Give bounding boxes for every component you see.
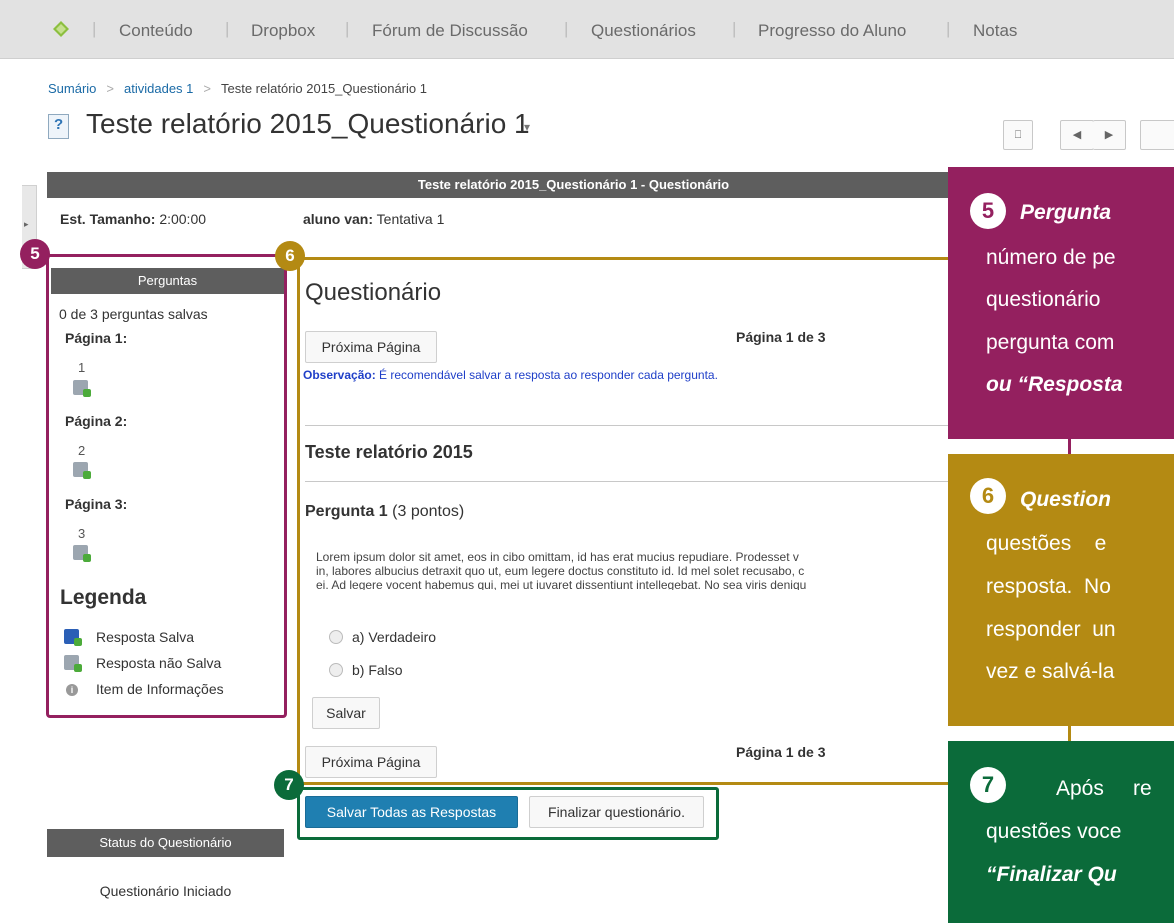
page-label: Página 3: bbox=[65, 496, 128, 512]
callout-6: 6 Question questões e resposta. No respo… bbox=[948, 454, 1174, 726]
radio-option-true[interactable] bbox=[329, 630, 343, 644]
radio-option-false[interactable] bbox=[329, 663, 343, 677]
quiz-status-header: Status do Questionário bbox=[47, 829, 284, 857]
callout-line: vez e salvá-la bbox=[986, 660, 1115, 683]
breadcrumb-sumario[interactable]: Sumário bbox=[48, 81, 96, 96]
page-label: Página 1: bbox=[65, 330, 128, 346]
saved-answer-icon bbox=[64, 629, 82, 646]
questions-panel-highlight bbox=[46, 254, 287, 718]
attempt-info: aluno van: Tentativa 1 bbox=[303, 211, 445, 227]
nav-item-forum[interactable]: Fórum de Discussão bbox=[372, 21, 528, 41]
nav-separator: | bbox=[732, 19, 737, 38]
breadcrumb-separator: > bbox=[106, 81, 115, 96]
divider bbox=[305, 481, 948, 482]
saved-count: 0 de 3 perguntas salvas bbox=[59, 306, 208, 322]
question-link-3[interactable]: 3 bbox=[78, 526, 85, 541]
callout-number: 6 bbox=[970, 478, 1006, 514]
next-page-button-bottom[interactable]: Próxima Página bbox=[305, 746, 437, 778]
option-label: a) Verdadeiro bbox=[352, 629, 437, 645]
callout-7: 7 Após re questões voce “Finalizar Qu bbox=[948, 741, 1174, 923]
save-note: Observação: É recomendável salvar a resp… bbox=[303, 368, 718, 382]
page-label: Página 2: bbox=[65, 413, 128, 429]
previous-topic-button[interactable]: ◀ bbox=[1060, 120, 1094, 150]
callout-line: pergunta com bbox=[986, 331, 1115, 354]
expand-arrow-icon: ▸ bbox=[24, 219, 29, 229]
legend-label: Resposta não Salva bbox=[96, 655, 222, 671]
next-topic-button[interactable]: ▶ bbox=[1093, 120, 1126, 150]
callout-connector bbox=[1068, 726, 1071, 742]
page-indicator: Página 1 de 3 bbox=[736, 329, 826, 345]
quiz-icon: ? bbox=[48, 114, 69, 139]
question-text: Lorem ipsum dolor sit amet, eos in cibo … bbox=[316, 550, 807, 590]
callout-line: Após re bbox=[1056, 777, 1152, 800]
unsaved-answer-icon bbox=[73, 545, 91, 562]
next-page-button[interactable]: Próxima Página bbox=[305, 331, 437, 363]
callout-line: “Finalizar Qu bbox=[986, 863, 1117, 886]
bookmark-button[interactable]: ⎕ bbox=[1003, 120, 1033, 150]
callout-line: responder un bbox=[986, 618, 1116, 641]
callout-line: questionário bbox=[986, 288, 1101, 311]
topic-menu-button[interactable] bbox=[1140, 120, 1174, 150]
d2l-logo-icon[interactable] bbox=[52, 20, 70, 38]
breadcrumb: Sumário > atividades 1 > Teste relatório 201… bbox=[48, 81, 427, 96]
nav-separator: | bbox=[92, 19, 97, 38]
unsaved-answer-icon bbox=[73, 462, 91, 479]
breadcrumb-separator: > bbox=[203, 81, 211, 96]
question-title: Pergunta 1 (3 pontos) bbox=[305, 503, 465, 520]
callout-number: 7 bbox=[970, 767, 1006, 803]
divider bbox=[305, 425, 948, 426]
section-title: Teste relatório 2015 bbox=[305, 442, 473, 462]
nav-item-conteudo[interactable]: Conteúdo bbox=[119, 21, 193, 41]
legend-label: Resposta Salva bbox=[96, 629, 195, 645]
callout-number: 5 bbox=[970, 193, 1006, 229]
nav-separator: | bbox=[345, 19, 350, 38]
nav-separator: | bbox=[564, 19, 569, 38]
page-indicator: Página 1 de 3 bbox=[736, 744, 826, 760]
unsaved-answer-icon bbox=[64, 655, 82, 672]
questions-panel-header: Perguntas bbox=[51, 268, 284, 294]
nav-separator: | bbox=[946, 19, 951, 38]
nav-item-progresso[interactable]: Progresso do Aluno bbox=[758, 21, 906, 41]
next-arrow-icon: ▶ bbox=[1104, 129, 1114, 141]
page-title: Teste relatório 2015_Questionário 1 bbox=[86, 108, 530, 139]
callout-line: ou “Resposta bbox=[986, 373, 1123, 396]
annotation-badge-7: 7 bbox=[274, 770, 304, 800]
nav-item-dropbox[interactable]: Dropbox bbox=[251, 21, 315, 41]
breadcrumb-atividades[interactable]: atividades 1 bbox=[124, 81, 193, 96]
question-link-2[interactable]: 2 bbox=[78, 443, 85, 458]
question-link-1[interactable]: 1 bbox=[78, 360, 85, 375]
callout-title: Pergunta bbox=[1020, 201, 1112, 224]
estimated-time: Est. Tamanho: 2:00:00 bbox=[60, 211, 207, 227]
quiz-status-value: Questionário Iniciado bbox=[99, 883, 232, 899]
info-item-icon: i bbox=[66, 684, 78, 696]
save-all-answers-button[interactable]: Salvar Todas as Respostas bbox=[305, 796, 518, 828]
nav-item-questionarios[interactable]: Questionários bbox=[591, 21, 696, 41]
callout-line: resposta. No bbox=[986, 575, 1111, 598]
callout-line: questões voce bbox=[986, 820, 1122, 843]
option-label: b) Falso bbox=[352, 662, 403, 678]
callout-connector bbox=[1068, 439, 1071, 455]
bookmark-icon: ⎕ bbox=[1014, 129, 1022, 141]
save-button[interactable]: Salvar bbox=[312, 697, 380, 729]
nav-separator: | bbox=[225, 19, 230, 38]
annotation-badge-5: 5 bbox=[20, 239, 50, 269]
title-dropdown-icon[interactable]: ▾ bbox=[524, 120, 530, 134]
quiz-title: Questionário bbox=[305, 279, 442, 306]
callout-5: 5 Pergunta número de pe questionário per… bbox=[948, 167, 1174, 439]
nav-item-notas[interactable]: Notas bbox=[973, 21, 1017, 41]
legend-title: Legenda bbox=[60, 586, 147, 609]
annotation-badge-6: 6 bbox=[275, 241, 305, 271]
prev-arrow-icon: ◀ bbox=[1072, 129, 1082, 141]
callout-line: número de pe bbox=[986, 246, 1116, 269]
finish-quiz-button[interactable]: Finalizar questionário. bbox=[529, 796, 704, 828]
legend-label: Item de Informações bbox=[96, 681, 224, 697]
callout-line: questões e bbox=[986, 532, 1107, 555]
callout-title: Question bbox=[1020, 488, 1112, 511]
breadcrumb-current: Teste relatório 2015_Questionário 1 bbox=[221, 81, 427, 96]
unsaved-answer-icon bbox=[73, 380, 91, 397]
top-navbar: | Conteúdo | Dropbox | Fórum de Discussã… bbox=[0, 0, 1174, 59]
